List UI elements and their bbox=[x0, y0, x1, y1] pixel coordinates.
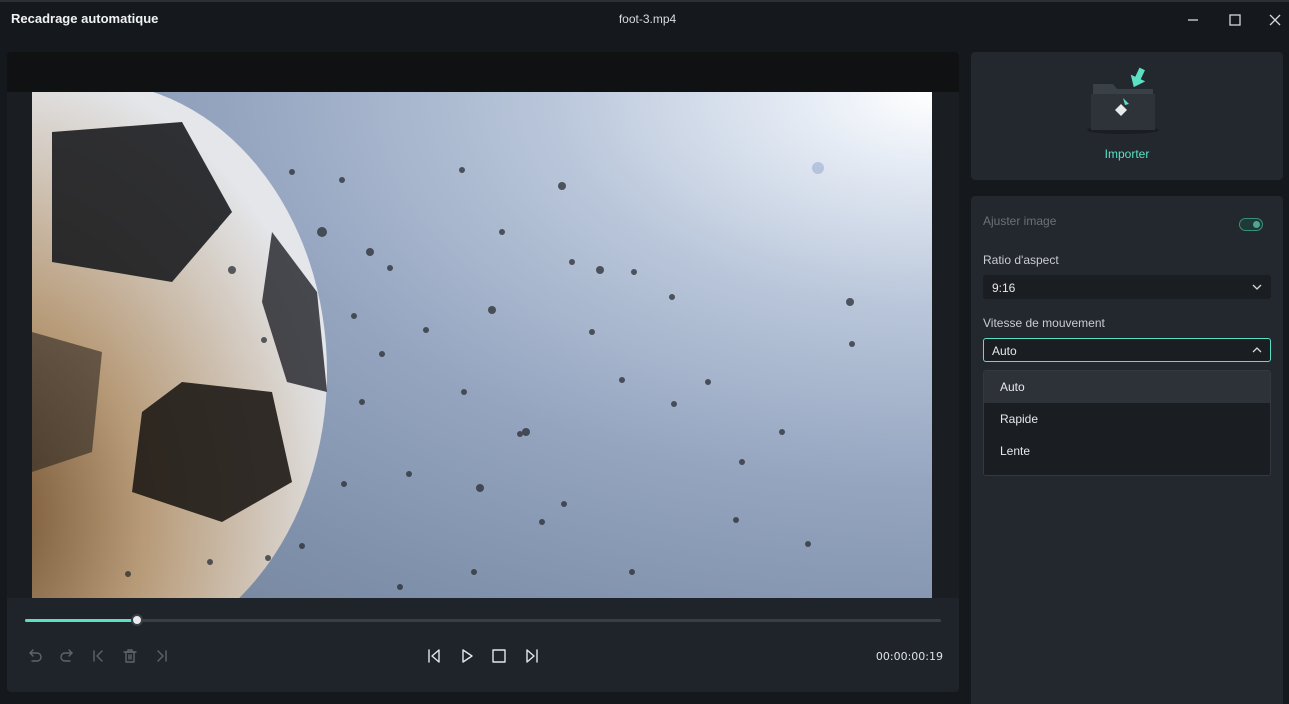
progress-fill bbox=[25, 619, 137, 622]
skip-end-icon bbox=[157, 650, 167, 662]
aspect-ratio-value: 9:16 bbox=[992, 281, 1016, 295]
import-folder-icon bbox=[1087, 67, 1159, 134]
progress-bar[interactable] bbox=[25, 614, 941, 626]
chevron-up-icon bbox=[1252, 347, 1262, 353]
chevron-down-icon bbox=[1252, 284, 1262, 290]
video-frame[interactable] bbox=[32, 92, 932, 598]
skip-start-icon bbox=[93, 650, 103, 662]
play-icon bbox=[462, 649, 473, 663]
timecode: 00:00:00:19 bbox=[875, 650, 943, 663]
stop-icon bbox=[492, 649, 506, 663]
previous-frame-button[interactable] bbox=[424, 646, 444, 666]
motion-speed-dropdown: Auto Rapide Lente bbox=[983, 370, 1271, 476]
delete-button[interactable] bbox=[120, 646, 140, 666]
import-panel[interactable]: Importer bbox=[971, 52, 1283, 180]
motion-speed-option-rapide[interactable]: Rapide bbox=[984, 403, 1270, 435]
maximize-button[interactable] bbox=[1222, 8, 1248, 32]
motion-speed-option-lente[interactable]: Lente bbox=[984, 435, 1270, 467]
file-name: foot-3.mp4 bbox=[618, 12, 677, 26]
redo-button[interactable] bbox=[57, 646, 77, 666]
undo-button[interactable] bbox=[25, 646, 45, 666]
settings-panel: Ajuster image Ratio d'aspect 9:16 Vitess… bbox=[971, 196, 1283, 704]
minimize-button[interactable] bbox=[1180, 8, 1206, 32]
previous-frame-icon bbox=[428, 649, 440, 663]
undo-icon bbox=[29, 649, 42, 662]
adjust-image-toggle[interactable] bbox=[1239, 218, 1263, 231]
minimize-icon bbox=[1188, 19, 1198, 21]
motion-speed-value: Auto bbox=[992, 344, 1017, 358]
aspect-ratio-select[interactable]: 9:16 bbox=[983, 275, 1271, 299]
aspect-ratio-label: Ratio d'aspect bbox=[983, 253, 1059, 267]
progress-handle[interactable] bbox=[130, 614, 143, 626]
next-frame-button[interactable] bbox=[522, 646, 542, 666]
next-frame-icon bbox=[526, 649, 538, 663]
motion-speed-label: Vitesse de mouvement bbox=[983, 316, 1105, 330]
motion-speed-select[interactable]: Auto bbox=[983, 338, 1271, 362]
playback-controls: 00:00:00:19 bbox=[7, 598, 959, 692]
stop-button[interactable] bbox=[489, 646, 509, 666]
go-to-end-button[interactable] bbox=[152, 646, 172, 666]
play-button[interactable] bbox=[457, 646, 477, 666]
title-bar: Recadrage automatique foot-3.mp4 bbox=[0, 0, 1289, 38]
soccer-ball-illustration bbox=[32, 92, 855, 598]
import-label: Importer bbox=[1104, 147, 1150, 161]
redo-icon bbox=[60, 649, 73, 662]
go-to-start-button[interactable] bbox=[88, 646, 108, 666]
close-button[interactable] bbox=[1262, 8, 1288, 32]
preview-panel: 00:00:00:19 bbox=[7, 52, 959, 692]
video-area bbox=[7, 92, 959, 598]
trash-icon bbox=[123, 649, 137, 663]
preview-top-bar bbox=[7, 52, 959, 92]
maximize-icon bbox=[1229, 14, 1241, 26]
adjust-image-label: Ajuster image bbox=[983, 214, 1057, 228]
close-icon bbox=[1269, 14, 1281, 26]
motion-speed-option-auto[interactable]: Auto bbox=[984, 371, 1270, 403]
